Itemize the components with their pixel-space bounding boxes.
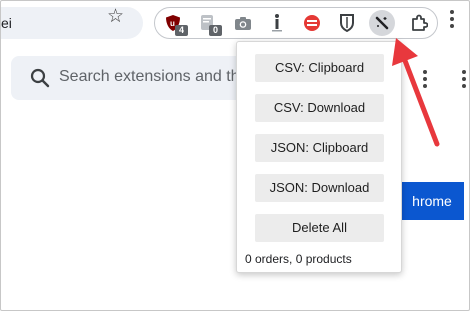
search-bar[interactable]: Search extensions and th (11, 56, 240, 100)
extension-camera-button[interactable] (231, 8, 255, 38)
status-text: 0 orders, 0 products (245, 252, 352, 266)
browser-menu-icon[interactable] (450, 10, 454, 34)
extension-notes-button[interactable]: 0 (195, 8, 222, 38)
delete-all-button[interactable]: Delete All (255, 214, 384, 242)
extensions-menu-button[interactable] (407, 8, 431, 38)
csv-download-button[interactable]: CSV: Download (255, 94, 384, 122)
ublock-badge: 4 (175, 25, 188, 36)
search-icon (30, 68, 50, 88)
extension-popup: CSV: Clipboard CSV: Download JSON: Clipb… (236, 41, 402, 273)
red-circle-icon (304, 15, 320, 31)
magic-wand-icon (375, 16, 389, 30)
extension-ublock-button[interactable]: u 4 (161, 8, 188, 38)
bitwarden-shield-icon (340, 14, 354, 32)
info-icon (272, 14, 282, 32)
extension-red-button[interactable] (300, 8, 324, 38)
browser-toolbar: ei ☆ u 4 0 (0, 1, 469, 45)
annotation-arrow-shaft (401, 55, 440, 147)
json-download-button[interactable]: JSON: Download (255, 174, 384, 202)
extensions-toolbar: u 4 0 (154, 7, 438, 39)
bookmark-star-icon[interactable]: ☆ (107, 7, 124, 27)
extension-wand-button[interactable] (369, 10, 395, 36)
camera-icon (235, 17, 251, 30)
extension-bitwarden-button[interactable] (335, 8, 359, 38)
puzzle-icon (412, 14, 428, 31)
extension-info-button[interactable] (265, 8, 289, 38)
address-bar-text: ei (1, 15, 12, 31)
search-placeholder: Search extensions and th (59, 68, 240, 85)
json-clipboard-button[interactable]: JSON: Clipboard (255, 134, 384, 162)
notes-badge: 0 (209, 25, 222, 36)
csv-clipboard-button[interactable]: CSV: Clipboard (255, 54, 384, 82)
more-options-icon-right[interactable] (462, 70, 466, 91)
more-options-icon[interactable] (423, 70, 427, 91)
